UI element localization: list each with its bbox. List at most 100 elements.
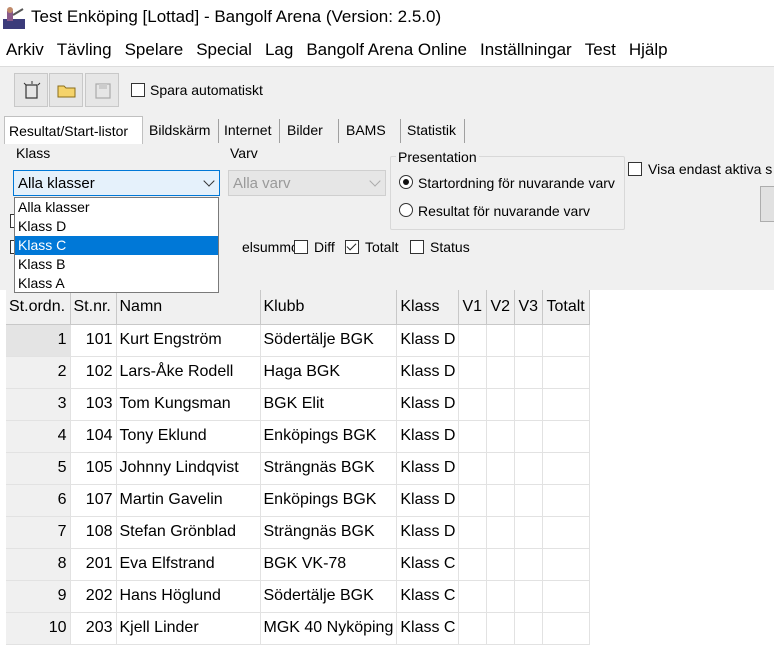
menu-test[interactable]: Test <box>579 36 623 64</box>
table-row[interactable]: 6 107 Martin Gavelin Enköpings BGK Klass D <box>6 484 591 517</box>
totalt-checkbox[interactable] <box>345 240 359 254</box>
cell-namn[interactable]: Martin Gavelin <box>116 484 261 517</box>
cell-namn[interactable]: Tom Kungsman <box>116 388 261 421</box>
col-header-v3[interactable]: V3 <box>514 290 544 325</box>
cell-klubb[interactable]: Enköpings BGK <box>260 420 398 453</box>
cell-klubb[interactable]: MGK 40 Nyköping <box>260 612 398 645</box>
cell-v1[interactable] <box>458 516 488 549</box>
cell-klass[interactable]: Klass D <box>396 516 460 549</box>
dropdown-option-klass-d[interactable]: Klass D <box>15 217 218 236</box>
new-button[interactable] <box>14 73 48 107</box>
dropdown-option-klass-a[interactable]: Klass A <box>15 274 218 293</box>
cell-st-ordn[interactable]: 1 <box>6 324 71 357</box>
cell-namn[interactable]: Hans Höglund <box>116 580 261 613</box>
cell-klubb[interactable]: Enköpings BGK <box>260 484 398 517</box>
cell-v1[interactable] <box>458 356 488 389</box>
cell-v2[interactable] <box>486 516 516 549</box>
cell-klubb[interactable]: BGK Elit <box>260 388 398 421</box>
cell-totalt[interactable] <box>542 580 591 613</box>
cell-totalt[interactable] <box>542 324 591 357</box>
table-row[interactable]: 5 105 Johnny Lindqvist Strängnäs BGK Klass D <box>6 452 591 485</box>
cell-v3[interactable] <box>514 484 544 517</box>
cell-st-ordn[interactable]: 8 <box>6 548 71 581</box>
col-header-klass[interactable]: Klass <box>396 290 460 325</box>
cell-v2[interactable] <box>486 484 516 517</box>
tab-statistik[interactable]: Statistik <box>403 119 465 143</box>
cell-namn[interactable]: Tony Eklund <box>116 420 261 453</box>
cell-v1[interactable] <box>458 484 488 517</box>
cell-klubb[interactable]: Strängnäs BGK <box>260 452 398 485</box>
cell-st-nr[interactable]: 201 <box>70 548 117 581</box>
cell-namn[interactable]: Eva Elfstrand <box>116 548 261 581</box>
col-header-totalt[interactable]: Totalt <box>542 290 591 325</box>
cell-v2[interactable] <box>486 324 516 357</box>
menu-arkiv[interactable]: Arkiv <box>0 36 51 64</box>
menu-special[interactable]: Special <box>190 36 259 64</box>
table-row[interactable]: 1 101 Kurt Engström Södertälje BGK Klass D <box>6 324 591 357</box>
table-row[interactable]: 3 103 Tom Kungsman BGK Elit Klass D <box>6 388 591 421</box>
cell-v1[interactable] <box>458 420 488 453</box>
tab-resultat[interactable]: Resultat/Start-listor <box>4 116 143 144</box>
cell-st-nr[interactable]: 203 <box>70 612 117 645</box>
cell-klass[interactable]: Klass D <box>396 388 460 421</box>
visa-aktiva-checkbox[interactable] <box>628 162 642 176</box>
cell-klass[interactable]: Klass D <box>396 420 460 453</box>
varv-combobox[interactable]: Alla varv <box>228 170 386 196</box>
cell-v2[interactable] <box>486 420 516 453</box>
cell-st-ordn[interactable]: 5 <box>6 452 71 485</box>
cell-v3[interactable] <box>514 612 544 645</box>
menu-lag[interactable]: Lag <box>259 36 300 64</box>
cell-klubb[interactable]: Strängnäs BGK <box>260 516 398 549</box>
table-row[interactable]: 9 202 Hans Höglund Södertälje BGK Klass C <box>6 580 591 613</box>
cell-st-nr[interactable]: 108 <box>70 516 117 549</box>
cell-totalt[interactable] <box>542 452 591 485</box>
cell-v3[interactable] <box>514 356 544 389</box>
table-row[interactable]: 8 201 Eva Elfstrand BGK VK-78 Klass C <box>6 548 591 581</box>
dropdown-option-klass-c[interactable]: Klass C <box>15 236 218 255</box>
cell-st-nr[interactable]: 102 <box>70 356 117 389</box>
save-button[interactable] <box>85 73 119 107</box>
cell-st-nr[interactable]: 202 <box>70 580 117 613</box>
menu-hjalp[interactable]: Hjälp <box>623 36 675 64</box>
cell-v1[interactable] <box>458 324 488 357</box>
cell-v2[interactable] <box>486 356 516 389</box>
cell-klass[interactable]: Klass D <box>396 324 460 357</box>
cell-totalt[interactable] <box>542 612 591 645</box>
cell-totalt[interactable] <box>542 356 591 389</box>
tab-internet[interactable]: Internet <box>220 119 280 143</box>
cell-klubb[interactable]: Haga BGK <box>260 356 398 389</box>
cell-namn[interactable]: Stefan Grönblad <box>116 516 261 549</box>
cell-totalt[interactable] <box>542 516 591 549</box>
radio-resultat[interactable] <box>399 203 413 217</box>
cell-st-ordn[interactable]: 2 <box>6 356 71 389</box>
cell-klass[interactable]: Klass D <box>396 452 460 485</box>
cell-klass[interactable]: Klass D <box>396 484 460 517</box>
cell-namn[interactable]: Kurt Engström <box>116 324 261 357</box>
cell-st-nr[interactable]: 105 <box>70 452 117 485</box>
cell-v3[interactable] <box>514 388 544 421</box>
cell-totalt[interactable] <box>542 420 591 453</box>
cell-namn[interactable]: Kjell Linder <box>116 612 261 645</box>
col-header-st-ordn[interactable]: St.ordn. <box>6 290 71 325</box>
cell-klass[interactable]: Klass C <box>396 548 460 581</box>
diff-checkbox[interactable] <box>294 240 308 254</box>
col-header-v1[interactable]: V1 <box>458 290 488 325</box>
menu-installningar[interactable]: Inställningar <box>474 36 579 64</box>
cell-totalt[interactable] <box>542 548 591 581</box>
dropdown-option-alla-klasser[interactable]: Alla klasser <box>15 198 218 217</box>
cell-v1[interactable] <box>458 612 488 645</box>
cell-v3[interactable] <box>514 324 544 357</box>
cell-v3[interactable] <box>514 452 544 485</box>
cell-st-ordn[interactable]: 9 <box>6 580 71 613</box>
cell-v2[interactable] <box>486 580 516 613</box>
cell-v1[interactable] <box>458 452 488 485</box>
cell-st-ordn[interactable]: 7 <box>6 516 71 549</box>
radio-startordning[interactable] <box>399 175 413 189</box>
cell-st-ordn[interactable]: 4 <box>6 420 71 453</box>
cell-klubb[interactable]: Södertälje BGK <box>260 324 398 357</box>
table-row[interactable]: 10 203 Kjell Linder MGK 40 Nyköping Klass C <box>6 612 591 645</box>
col-header-namn[interactable]: Namn <box>116 290 261 325</box>
tab-bildskarm[interactable]: Bildskärm <box>145 119 219 143</box>
table-row[interactable]: 7 108 Stefan Grönblad Strängnäs BGK Klass D <box>6 516 591 549</box>
cell-klubb[interactable]: BGK VK-78 <box>260 548 398 581</box>
